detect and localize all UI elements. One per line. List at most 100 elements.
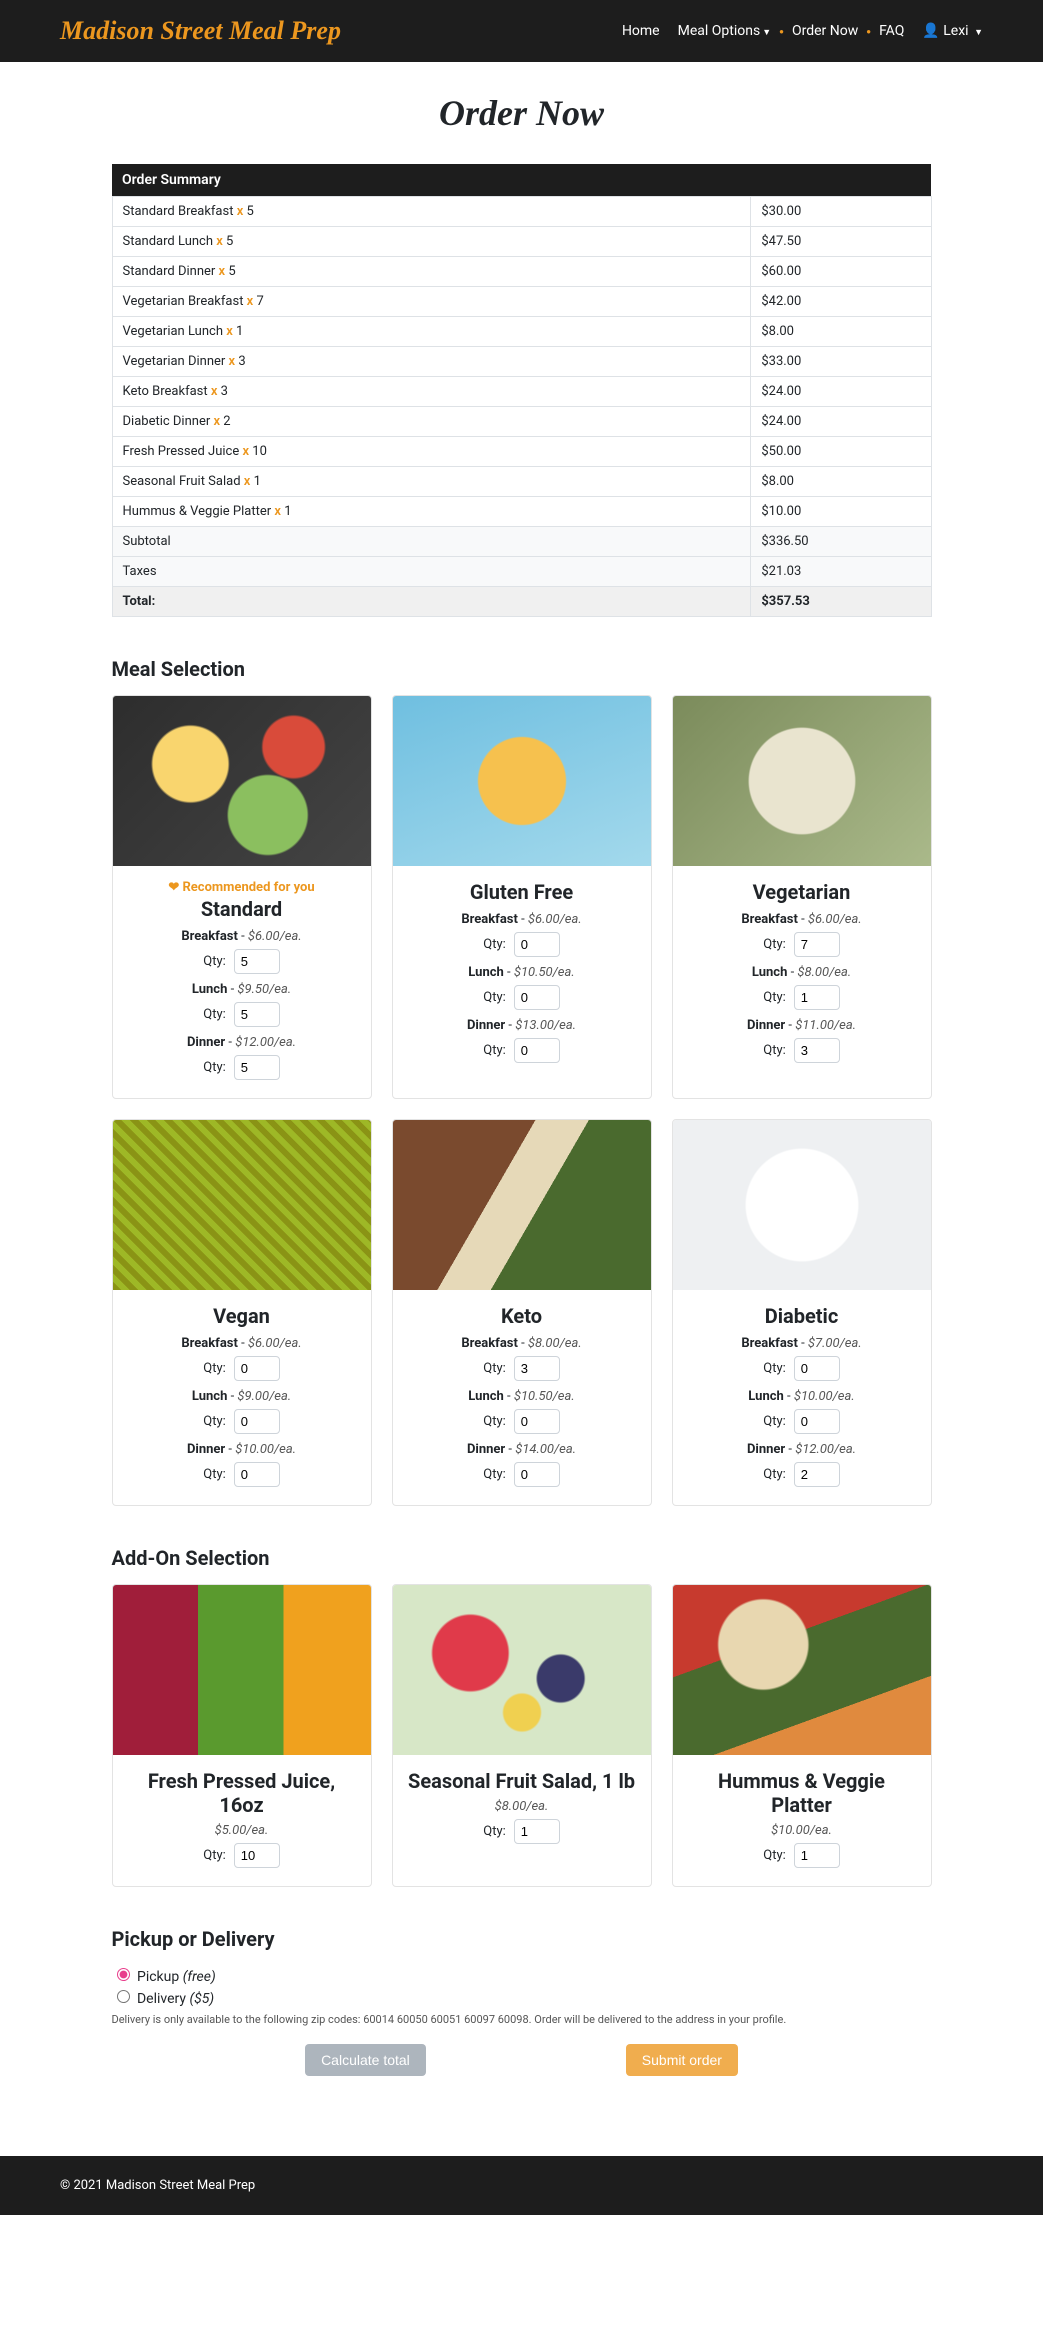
- meal-price-line: Dinner - $11.00/ea.: [687, 1018, 917, 1033]
- meal-image: [393, 696, 651, 866]
- qty-input[interactable]: [794, 1356, 840, 1381]
- qty-input[interactable]: [234, 1002, 280, 1027]
- nav-home[interactable]: Home: [622, 23, 660, 39]
- meal-price-line: Breakfast - $6.00/ea.: [687, 912, 917, 927]
- times-icon: x: [237, 204, 244, 219]
- times-icon: x: [213, 414, 220, 429]
- meal-card-title: Vegetarian: [687, 880, 917, 904]
- addon-price: $10.00/ea.: [687, 1823, 917, 1838]
- table-row: Subtotal$336.50: [112, 527, 931, 557]
- qty-input[interactable]: [514, 1356, 560, 1381]
- pickup-option[interactable]: Pickup (free): [112, 1969, 216, 1985]
- summary-price-cell: $47.50: [751, 227, 931, 257]
- calculate-total-button[interactable]: Calculate total: [305, 2044, 426, 2076]
- qty-input[interactable]: [514, 1462, 560, 1487]
- addon-card: Hummus & Veggie Platter $10.00/ea. Qty:: [672, 1584, 932, 1887]
- nav-order-now[interactable]: Order Now: [792, 23, 858, 39]
- meal-image: [113, 696, 371, 866]
- times-icon: x: [219, 264, 226, 279]
- page-title: Order Now: [112, 92, 932, 134]
- nav-user-label: Lexi: [943, 23, 968, 39]
- meal-card-title: Gluten Free: [407, 880, 637, 904]
- qty-label: Qty:: [483, 990, 506, 1005]
- addon-card-title: Hummus & Veggie Platter: [687, 1769, 917, 1817]
- summary-price-cell: $357.53: [751, 587, 931, 617]
- qty-label: Qty:: [203, 1414, 226, 1429]
- nav-meal-options[interactable]: Meal Options▼: [678, 23, 771, 39]
- meal-price-line: Dinner - $13.00/ea.: [407, 1018, 637, 1033]
- meal-card: Vegetarian Breakfast - $6.00/ea. Qty: Lunc…: [672, 695, 932, 1099]
- qty-label: Qty:: [203, 1060, 226, 1075]
- table-row: Standard Lunch x 5$47.50: [112, 227, 931, 257]
- delivery-radio[interactable]: [117, 1990, 130, 2003]
- qty-label: Qty:: [763, 937, 786, 952]
- delivery-info-note: Delivery is only available to the follow…: [112, 2013, 932, 2026]
- meal-price-line: Dinner - $14.00/ea.: [407, 1442, 637, 1457]
- qty-label: Qty:: [483, 1824, 506, 1839]
- qty-input[interactable]: [234, 949, 280, 974]
- meal-price-line: Breakfast - $6.00/ea.: [127, 929, 357, 944]
- summary-label-cell: Subtotal: [112, 527, 751, 557]
- qty-input[interactable]: [514, 932, 560, 957]
- meal-card: Gluten FreeBreakfast - $6.00/ea. Qty:Lun…: [392, 695, 652, 1099]
- summary-label-cell: Taxes: [112, 557, 751, 587]
- meal-price-line: Lunch - $8.00/ea.: [687, 965, 917, 980]
- addon-image: [393, 1585, 651, 1755]
- table-row: Vegetarian Breakfast x 7$42.00: [112, 287, 931, 317]
- qty-input[interactable]: [514, 1038, 560, 1063]
- nav-faq[interactable]: FAQ: [879, 23, 904, 39]
- qty-label: Qty:: [763, 1361, 786, 1376]
- meal-price-line: Lunch - $9.00/ea.: [127, 1389, 357, 1404]
- meal-price-line: Breakfast - $8.00/ea.: [407, 1336, 637, 1351]
- recommended-badge: ❤ Recommended for you: [127, 880, 357, 895]
- chevron-down-icon: ▼: [762, 28, 771, 38]
- qty-input[interactable]: [514, 1409, 560, 1434]
- qty-input[interactable]: [794, 932, 840, 957]
- delivery-note: ($5): [190, 1991, 215, 2007]
- qty-input[interactable]: [234, 1843, 280, 1868]
- table-row: Vegetarian Lunch x 1$8.00: [112, 317, 931, 347]
- qty-input[interactable]: [794, 1038, 840, 1063]
- summary-price-cell: $21.03: [751, 557, 931, 587]
- brand-link[interactable]: Madison Street Meal Prep: [60, 16, 341, 46]
- meal-card-title: Standard: [127, 897, 357, 921]
- meal-card: KetoBreakfast - $8.00/ea. Qty:Lunch - $1…: [392, 1119, 652, 1506]
- table-row: Keto Breakfast x 3$24.00: [112, 377, 931, 407]
- qty-label: Qty:: [763, 1848, 786, 1863]
- meal-card-title: Keto: [407, 1304, 637, 1328]
- summary-item-cell: Standard Dinner x 5: [112, 257, 751, 287]
- summary-item-cell: Standard Breakfast x 5: [112, 197, 751, 227]
- meal-price-line: Lunch - $10.50/ea.: [407, 965, 637, 980]
- meal-card-title: Diabetic: [687, 1304, 917, 1328]
- qty-input[interactable]: [794, 1462, 840, 1487]
- times-icon: x: [226, 324, 233, 339]
- pickup-radio[interactable]: [117, 1968, 130, 1981]
- qty-input[interactable]: [794, 1409, 840, 1434]
- table-row: Total:$357.53: [112, 587, 931, 617]
- delivery-option[interactable]: Delivery ($5): [112, 1991, 215, 2007]
- times-icon: x: [274, 504, 281, 519]
- qty-input[interactable]: [234, 1462, 280, 1487]
- summary-price-cell: $42.00: [751, 287, 931, 317]
- nav-links: Home Meal Options▼ ● Order Now ● FAQ 👤 L…: [622, 23, 983, 39]
- table-row: Taxes$21.03: [112, 557, 931, 587]
- qty-input[interactable]: [794, 1843, 840, 1868]
- heart-icon: ❤: [168, 880, 179, 895]
- summary-price-cell: $60.00: [751, 257, 931, 287]
- footer: © 2021 Madison Street Meal Prep: [0, 2156, 1043, 2215]
- qty-input[interactable]: [234, 1356, 280, 1381]
- submit-order-button[interactable]: Submit order: [626, 2044, 738, 2076]
- nav-user-menu[interactable]: 👤 Lexi ▼: [922, 23, 983, 39]
- summary-price-cell: $8.00: [751, 467, 931, 497]
- summary-item-cell: Diabetic Dinner x 2: [112, 407, 751, 437]
- qty-input[interactable]: [234, 1055, 280, 1080]
- dot-icon: ●: [866, 27, 871, 36]
- qty-input[interactable]: [514, 985, 560, 1010]
- meal-price-line: Lunch - $10.00/ea.: [687, 1389, 917, 1404]
- qty-input[interactable]: [794, 985, 840, 1010]
- meal-price-line: Dinner - $12.00/ea.: [127, 1035, 357, 1050]
- dot-icon: ●: [779, 27, 784, 36]
- qty-label: Qty:: [483, 1361, 506, 1376]
- qty-input[interactable]: [234, 1409, 280, 1434]
- qty-input[interactable]: [514, 1819, 560, 1844]
